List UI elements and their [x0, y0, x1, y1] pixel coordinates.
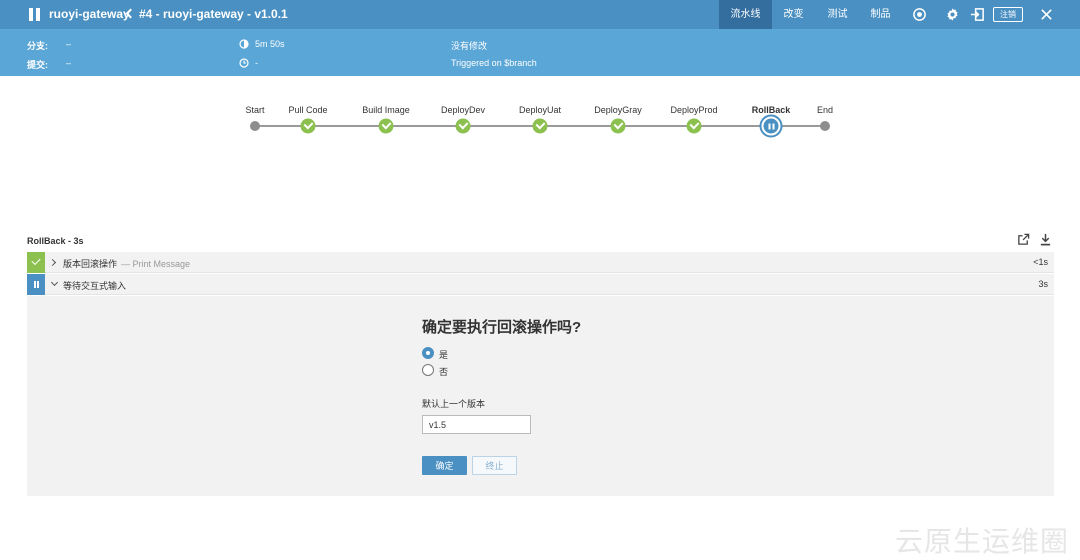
stage-node-start: [250, 121, 260, 131]
radio-no[interactable]: [422, 364, 434, 376]
watermark-text: 云原生运维圈: [895, 526, 1070, 557]
stage-label-pull-code[interactable]: Pull Code: [288, 105, 327, 115]
version-input[interactable]: [422, 415, 531, 434]
stage-node-deploy-dev[interactable]: [455, 118, 471, 134]
radio-no-label[interactable]: 否: [439, 365, 448, 378]
log-row-wait-input[interactable]: 等待交互式输入 3s: [27, 274, 1054, 295]
chevron-right-icon[interactable]: [48, 258, 57, 267]
pause-icon: [29, 8, 41, 21]
started-value: -: [255, 58, 258, 68]
log-row-print-message[interactable]: 版本回滚操作 — Print Message <1s: [27, 252, 1054, 273]
log-row-label: 等待交互式输入: [63, 281, 127, 291]
log-row-duration: <1s: [1033, 257, 1048, 267]
input-question: 确定要执行回滚操作吗?: [422, 319, 582, 336]
tab-pipeline[interactable]: 流水线: [719, 0, 772, 29]
tab-artifacts[interactable]: 制品: [862, 0, 899, 29]
tab-changes[interactable]: 改变: [775, 0, 812, 29]
log-row-subtitle: — Print Message: [121, 259, 191, 269]
job-name-link[interactable]: ruoyi-gateway: [49, 7, 130, 21]
proceed-button[interactable]: 确定: [422, 456, 467, 475]
stage-label-deploy-gray[interactable]: DeployGray: [594, 105, 642, 115]
trigger-text: Triggered on $branch: [451, 58, 537, 68]
commit-value: –: [66, 58, 72, 68]
clock-icon: [239, 58, 249, 68]
log-row-label: 版本回滚操作 — Print Message: [63, 259, 191, 269]
stage-node-rollback[interactable]: [761, 116, 781, 136]
stage-label-deploy-uat[interactable]: DeployUat: [519, 105, 561, 115]
open-external-icon[interactable]: [1017, 233, 1030, 246]
commit-label: 提交:: [27, 60, 48, 70]
changes-text: 没有修改: [451, 41, 488, 51]
abort-button[interactable]: 终止: [472, 456, 517, 475]
stage-node-deploy-uat[interactable]: [532, 118, 548, 134]
top-header: ruoyi-gateway #4 - ruoyi-gateway - v1.0.…: [0, 0, 1080, 29]
tab-tests[interactable]: 测试: [819, 0, 856, 29]
stage-node-end: [820, 121, 830, 131]
radio-yes[interactable]: [422, 347, 434, 359]
stage-node-deploy-prod[interactable]: [686, 118, 702, 134]
exit-icon[interactable]: [970, 7, 985, 22]
close-icon[interactable]: [1039, 7, 1054, 22]
stage-label-build-image[interactable]: Build Image: [362, 105, 410, 115]
version-field-label: 默认上一个版本: [422, 399, 486, 409]
run-title: #4 - ruoyi-gateway - v1.0.1: [139, 7, 288, 21]
stage-label-deploy-prod[interactable]: DeployProd: [670, 105, 717, 115]
radio-yes-label[interactable]: 是: [439, 348, 448, 361]
stage-node-build-image[interactable]: [378, 118, 394, 134]
gear-icon[interactable]: [945, 7, 960, 22]
duration-value: 5m 50s: [255, 39, 285, 49]
download-icon[interactable]: [1039, 233, 1052, 246]
duration-icon: [239, 39, 249, 49]
logout-button[interactable]: 注销: [993, 7, 1023, 22]
branch-label: 分支:: [27, 41, 48, 51]
stage-label-rollback[interactable]: RollBack: [752, 105, 791, 115]
chevron-down-icon[interactable]: [50, 278, 59, 287]
success-status-icon: [27, 252, 45, 273]
stage-label-start: Start: [245, 105, 265, 115]
branch-value: –: [66, 39, 72, 49]
stage-node-deploy-gray[interactable]: [610, 118, 626, 134]
stage-node-pull-code[interactable]: [300, 118, 316, 134]
step-title: RollBack - 3s: [27, 236, 84, 246]
log-row-duration: 3s: [1038, 279, 1048, 289]
paused-status-icon: [27, 274, 45, 295]
stage-label-end: End: [816, 105, 834, 115]
run-summary-bar: 分支: – 提交: – 5m 50s - 没有修改 Triggered on $…: [0, 29, 1080, 76]
stage-label-deploy-dev[interactable]: DeployDev: [441, 105, 485, 115]
replay-icon[interactable]: [912, 7, 927, 22]
